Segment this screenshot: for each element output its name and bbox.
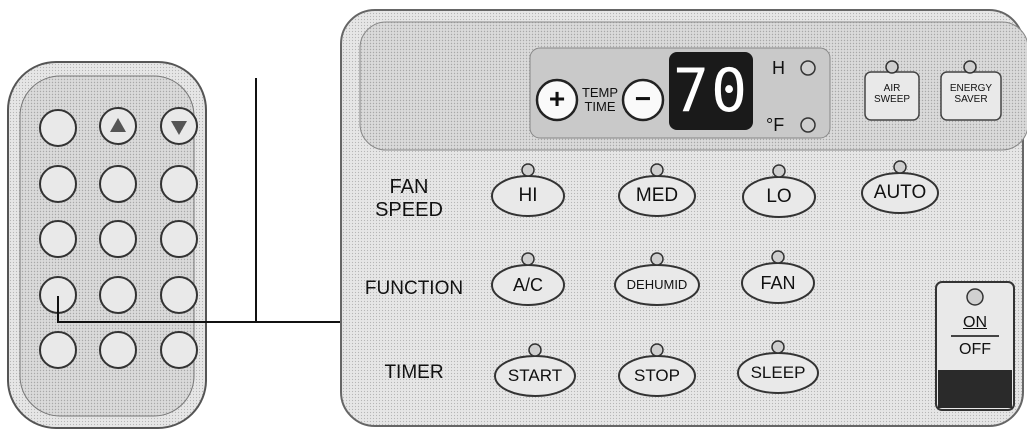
- power-off-label: OFF: [959, 341, 991, 358]
- timer-sleep-led: [771, 340, 785, 354]
- remote-button[interactable]: [160, 165, 198, 203]
- fan-lo-led: [772, 164, 786, 178]
- energy-saver-label-line2: SAVER: [954, 94, 988, 105]
- temp-plus-label: +: [548, 83, 566, 114]
- fan-speed-label-line2: SPEED: [375, 199, 443, 221]
- timer-start-led: [528, 343, 542, 357]
- energy-saver-led: [963, 60, 977, 74]
- remote-button-power[interactable]: [39, 109, 77, 147]
- remote-button[interactable]: [99, 276, 137, 314]
- indicator-h-label: H: [772, 58, 785, 78]
- temp-minus-label: −: [634, 83, 652, 114]
- remote-button[interactable]: [39, 220, 77, 258]
- function-fan-label: FAN: [760, 273, 796, 293]
- power-on-label: ON: [963, 314, 987, 331]
- remote-button[interactable]: [160, 220, 198, 258]
- function-dehumid-label: DEHUMID: [626, 277, 688, 292]
- indicator-led-h: [800, 60, 816, 76]
- indicator-led-f: [800, 117, 816, 133]
- function-ac-label: A/C: [512, 275, 543, 295]
- fan-hi-led: [521, 163, 535, 177]
- indicator-f-label: °F: [766, 115, 785, 135]
- fan-speed-label-line1: FAN: [389, 176, 429, 198]
- temp-label-line1: TEMP: [581, 85, 619, 100]
- function-fan-led: [771, 250, 785, 264]
- remote-button[interactable]: [160, 276, 198, 314]
- fan-hi-label: HI: [518, 185, 538, 206]
- function-label: FUNCTION: [364, 278, 464, 299]
- fan-auto-label: AUTO: [873, 182, 927, 203]
- remote-button[interactable]: [99, 331, 137, 369]
- timer-sleep-label: SLEEP: [750, 363, 806, 382]
- fan-med-led: [650, 163, 664, 177]
- air-sweep-label-line1: AIR: [883, 83, 901, 94]
- timer-start-label: START: [507, 366, 563, 385]
- air-sweep-label-line2: SWEEP: [873, 94, 911, 105]
- remote-button[interactable]: [160, 331, 198, 369]
- timer-stop-led: [650, 343, 664, 357]
- function-ac-led: [521, 252, 535, 266]
- fan-med-label: MED: [635, 185, 679, 206]
- remote-button[interactable]: [99, 220, 137, 258]
- timer-label: TIMER: [384, 362, 444, 383]
- remote-button[interactable]: [99, 165, 137, 203]
- timer-stop-label: STOP: [634, 366, 680, 385]
- fan-auto-led: [893, 160, 907, 174]
- air-sweep-led: [885, 60, 899, 74]
- function-dehumid-led: [650, 252, 664, 266]
- power-button-dark-band: [938, 370, 1012, 408]
- remote-button[interactable]: [39, 165, 77, 203]
- fan-lo-label: LO: [766, 186, 792, 207]
- power-led: [966, 288, 984, 306]
- temp-label-line2: TIME: [584, 99, 616, 114]
- display-value: 70: [672, 56, 750, 126]
- remote-button[interactable]: [39, 331, 77, 369]
- energy-saver-label-line1: ENERGY: [949, 83, 993, 94]
